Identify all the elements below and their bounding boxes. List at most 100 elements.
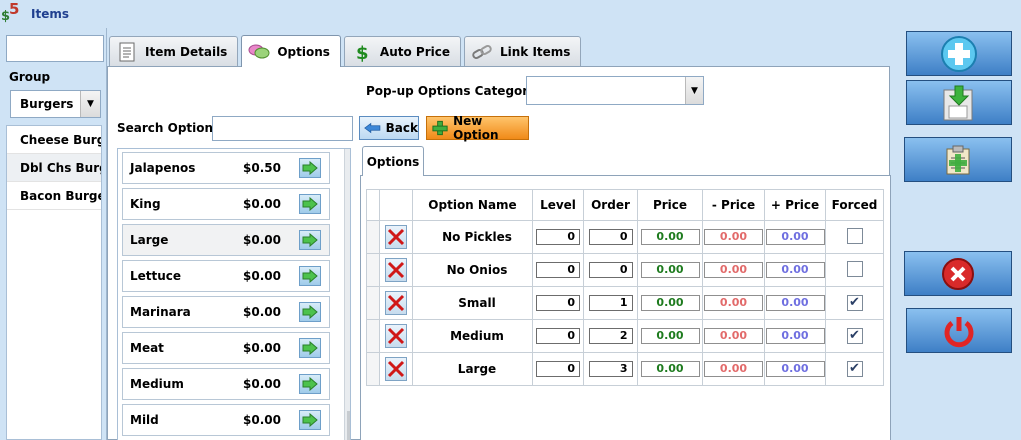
add-arrow-icon[interactable]: [299, 338, 321, 358]
price-input[interactable]: 0.00: [640, 229, 700, 245]
option-name: Marinara: [130, 305, 191, 319]
grid-row[interactable]: Small 0 1 0.00 0.00 0.00 ✔: [366, 286, 884, 320]
grid-row[interactable]: Medium 0 2 0.00 0.00 0.00 ✔: [366, 319, 884, 353]
column-header[interactable]: + Price: [764, 189, 826, 221]
subtab-options[interactable]: Options: [362, 146, 424, 176]
grid-row[interactable]: No Pickles 0 0 0.00 0.00 0.00: [366, 220, 884, 254]
back-button[interactable]: Back: [359, 116, 419, 140]
add-arrow-icon[interactable]: [299, 410, 321, 430]
plus-price-input[interactable]: 0.00: [765, 361, 825, 377]
delete-x-icon[interactable]: [385, 324, 407, 348]
order-input[interactable]: 1: [588, 295, 633, 311]
item-row[interactable]: Cheese Burger: [7, 126, 101, 154]
cancel-button[interactable]: [904, 251, 1012, 296]
save-button[interactable]: [906, 80, 1012, 125]
forced-cell: [825, 220, 884, 254]
forced-checkbox[interactable]: ✔: [846, 328, 863, 344]
column-header[interactable]: Level: [532, 189, 584, 221]
dropdown-arrow-icon[interactable]: ▼: [685, 77, 703, 104]
add-arrow-icon[interactable]: [299, 194, 321, 214]
tab-options[interactable]: Options: [241, 35, 341, 67]
grid-row[interactable]: Large 0 3 0.00 0.00 0.00 ✔: [366, 352, 884, 386]
level-input[interactable]: 0: [536, 295, 580, 311]
level-input[interactable]: 0: [536, 328, 580, 344]
row-header[interactable]: [366, 220, 380, 254]
minus-price-cell: 0.00: [702, 286, 765, 320]
popup-category-select[interactable]: ▼: [526, 76, 704, 105]
tab-auto-price[interactable]: $ Auto Price: [343, 36, 461, 66]
order-input[interactable]: 2: [588, 328, 633, 344]
option-card[interactable]: King $0.00: [122, 188, 330, 220]
dropdown-arrow-icon[interactable]: ▼: [80, 91, 100, 117]
add-arrow-icon[interactable]: [299, 302, 321, 322]
exit-button[interactable]: [906, 308, 1012, 353]
column-header[interactable]: Order: [583, 189, 638, 221]
item-row[interactable]: Dbl Chs Burger: [7, 154, 101, 182]
svg-text:$: $: [356, 43, 369, 62]
add-arrow-icon[interactable]: [299, 266, 321, 286]
level-input[interactable]: 0: [536, 361, 580, 377]
grid-row[interactable]: No Onios 0 0 0.00 0.00 0.00: [366, 253, 884, 287]
option-card[interactable]: Jalapenos $0.50: [122, 152, 330, 184]
add-button[interactable]: [906, 31, 1012, 76]
plus-price-cell: 0.00: [764, 253, 826, 287]
items-list: Cheese Burger Dbl Chs Burger Bacon Burge…: [6, 125, 102, 440]
back-arrow-icon: [364, 122, 381, 134]
option-card[interactable]: Meat $0.00: [122, 332, 330, 364]
price-input[interactable]: 0.00: [640, 328, 700, 344]
plus-price-input[interactable]: 0.00: [765, 262, 825, 278]
tab-link-items[interactable]: Link Items: [463, 36, 582, 66]
forced-checkbox[interactable]: ✔: [846, 295, 863, 311]
level-input[interactable]: 0: [536, 229, 580, 245]
add-arrow-icon[interactable]: [299, 374, 321, 394]
order-input[interactable]: 3: [588, 361, 633, 377]
order-input[interactable]: 0: [588, 229, 633, 245]
level-input[interactable]: 0: [536, 262, 580, 278]
add-arrow-icon[interactable]: [299, 230, 321, 250]
minus-price-input[interactable]: 0.00: [704, 229, 763, 245]
add-arrow-icon[interactable]: [299, 158, 321, 178]
price-input[interactable]: 0.00: [640, 295, 700, 311]
plus-price-input[interactable]: 0.00: [765, 328, 825, 344]
option-card[interactable]: Medium $0.00: [122, 368, 330, 400]
tab-item-details[interactable]: Item Details: [109, 36, 239, 66]
clipboard-button[interactable]: [904, 137, 1012, 182]
row-header[interactable]: [366, 319, 380, 353]
row-header[interactable]: [366, 253, 380, 287]
column-header[interactable]: - Price: [702, 189, 765, 221]
column-header[interactable]: Option Name: [412, 189, 533, 221]
delete-x-icon[interactable]: [385, 357, 407, 381]
option-card[interactable]: Lettuce $0.00: [122, 260, 330, 292]
level-cell: 0: [532, 220, 584, 254]
plus-price-input[interactable]: 0.00: [765, 295, 825, 311]
scroll-up-icon[interactable]: ▲: [345, 149, 351, 166]
plus-price-input[interactable]: 0.00: [765, 229, 825, 245]
minus-price-input[interactable]: 0.00: [704, 361, 763, 377]
column-header[interactable]: Price: [637, 189, 703, 221]
forced-checkbox[interactable]: ✔: [846, 361, 863, 377]
group-select[interactable]: Burgers ▼: [10, 90, 101, 118]
new-option-button[interactable]: New Option: [426, 114, 529, 142]
minus-price-input[interactable]: 0.00: [704, 262, 763, 278]
row-header[interactable]: [366, 286, 380, 320]
option-card[interactable]: Large $0.00: [122, 224, 330, 256]
delete-x-icon[interactable]: [385, 291, 407, 315]
order-input[interactable]: 0: [588, 262, 633, 278]
minus-price-input[interactable]: 0.00: [704, 295, 763, 311]
row-header[interactable]: [366, 352, 380, 386]
minus-price-input[interactable]: 0.00: [704, 328, 763, 344]
delete-x-icon[interactable]: [385, 258, 407, 282]
delete-x-icon[interactable]: [385, 225, 407, 249]
forced-checkbox[interactable]: [846, 260, 863, 277]
scroll-thumb[interactable]: [347, 411, 350, 440]
item-row[interactable]: Bacon Burger: [7, 182, 101, 210]
price-input[interactable]: 0.00: [640, 262, 700, 278]
forced-checkbox[interactable]: [846, 227, 863, 244]
options-scrollbar[interactable]: ▲: [344, 149, 351, 440]
column-header[interactable]: Forced: [825, 189, 884, 221]
option-card[interactable]: Marinara $0.00: [122, 296, 330, 328]
search-options-input[interactable]: [212, 116, 353, 141]
item-search-input[interactable]: [6, 35, 104, 62]
price-input[interactable]: 0.00: [640, 361, 700, 377]
option-card[interactable]: Mild $0.00: [122, 404, 330, 436]
